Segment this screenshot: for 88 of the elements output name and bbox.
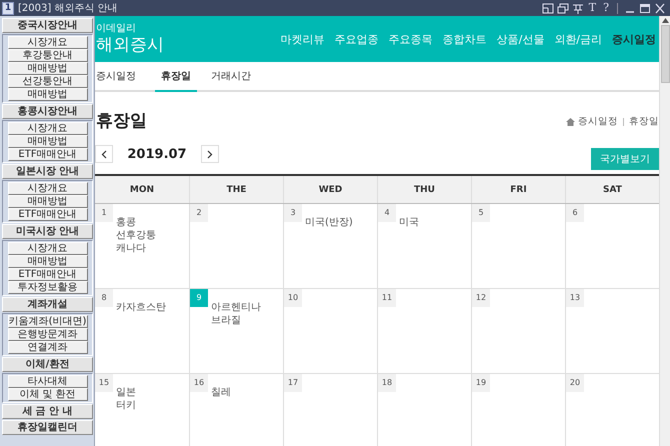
menu-button[interactable]: 연결계좌 <box>8 341 88 354</box>
menu-button[interactable]: 후강퉁안내 <box>8 49 88 62</box>
menu-button[interactable]: 매매방법 <box>8 88 88 101</box>
day-number: 17 <box>284 374 302 392</box>
day-number: 15 <box>95 374 113 392</box>
menu-button[interactable]: 시장개요 <box>8 242 88 255</box>
holiday-entry: 선후강퉁 <box>116 229 156 242</box>
holiday-entry: 브라질 <box>211 314 242 327</box>
window-icon: 1 <box>2 2 14 14</box>
day-number: 16 <box>190 374 208 392</box>
window-layout-icon[interactable] <box>542 2 554 14</box>
day-number: 13 <box>566 289 584 307</box>
menu-button[interactable]: 투자정보활용 <box>8 281 88 294</box>
menu-button[interactable]: 매매방법 <box>8 135 88 148</box>
day-number: 20 <box>566 374 584 392</box>
holiday-entry: 칠레 <box>211 386 231 399</box>
scroll-thumb[interactable] <box>660 25 670 83</box>
month-label: 2019.07 <box>127 146 187 162</box>
day-number: 6 <box>566 204 584 222</box>
section-button[interactable]: 홍콩시장안내 <box>2 104 93 119</box>
day-number: 10 <box>284 289 302 307</box>
maximize-icon[interactable] <box>639 2 651 14</box>
menu-button[interactable]: 선강퉁안내 <box>8 75 88 88</box>
menu-button[interactable]: 매매방법 <box>8 255 88 268</box>
breadcrumb-link[interactable]: 휴장일 <box>629 115 659 128</box>
section-button[interactable]: 세 금 안 내 <box>2 404 93 419</box>
day-number: 18 <box>378 374 396 392</box>
column-header: MON <box>128 184 156 196</box>
day-number: 19 <box>472 374 490 392</box>
menu-button[interactable]: ETF매매안내 <box>8 268 88 281</box>
sub-tab[interactable]: 거래시간 <box>211 62 256 92</box>
day-number: 8 <box>95 289 113 307</box>
sub-tab[interactable]: 증시일정 <box>96 62 141 92</box>
scrollbar[interactable] <box>659 16 670 446</box>
chevron-right-icon <box>207 150 213 158</box>
day-number: 11 <box>378 289 396 307</box>
holiday-entry: 홍콩 <box>116 216 137 229</box>
close-icon[interactable] <box>654 2 666 14</box>
menu-button[interactable]: 시장개요 <box>8 182 88 195</box>
column-header: WED <box>283 176 377 203</box>
holiday-entry: 미국(반장) <box>305 216 353 229</box>
holiday-entry: 아르헨티나 <box>211 301 261 314</box>
page-title: 휴장일 <box>96 110 147 132</box>
day-number: 3 <box>284 204 302 222</box>
scroll-up-icon[interactable] <box>662 18 668 23</box>
sub-tab[interactable]: 휴장일 <box>155 62 197 92</box>
windows-icon[interactable] <box>556 2 569 14</box>
chevron-left-icon <box>101 150 107 158</box>
day-number: 5 <box>472 204 490 222</box>
menu-button[interactable]: 매매방법 <box>8 195 88 208</box>
holiday-entry: 미국 <box>399 216 419 229</box>
day-number: 1 <box>95 204 113 222</box>
menu-button[interactable]: 시장개요 <box>8 122 88 135</box>
tool-button[interactable]: ? <box>601 2 611 14</box>
holiday-entry: 카자흐스탄 <box>116 301 166 314</box>
section-button[interactable]: 계좌개설 <box>2 297 93 312</box>
home-icon[interactable] <box>566 118 575 126</box>
column-header: THE <box>189 176 283 203</box>
section-button[interactable]: 이체/환전 <box>2 357 93 372</box>
menu-button[interactable]: 매매방법 <box>8 62 88 75</box>
breadcrumb-link[interactable]: 증시일정 <box>578 115 618 128</box>
menu-button[interactable]: 타사대체 <box>8 375 88 388</box>
section-button[interactable]: 중국시장안내 <box>2 18 93 33</box>
menu-button[interactable]: ETF매매안내 <box>8 148 88 161</box>
menu-button[interactable]: ETF매매안내 <box>8 208 88 221</box>
section-button[interactable]: 일본시장 안내 <box>2 164 93 179</box>
menu-button[interactable]: 은행방문계좌 <box>8 328 88 341</box>
nav-link[interactable]: 증시일정 <box>612 32 656 47</box>
day-number: 2 <box>190 204 208 222</box>
pin-icon[interactable] <box>572 2 584 14</box>
brand-subtitle: 이데일리 <box>96 23 137 35</box>
holiday-entry: 캐나다 <box>116 242 147 255</box>
day-number: 12 <box>472 289 490 307</box>
holiday-entry: 터키 <box>116 399 136 412</box>
next-month-button[interactable] <box>201 145 219 163</box>
section-button[interactable]: 미국시장 안내 <box>2 224 93 239</box>
day-number: 4 <box>378 204 396 222</box>
menu-button[interactable]: 시장개요 <box>8 36 88 49</box>
menu-button[interactable]: 이체 및 환전 <box>8 388 88 401</box>
day-number: 9 <box>190 289 208 307</box>
window-title: [2003] 해외주식 안내 <box>18 2 118 15</box>
tool-button[interactable]: T <box>586 2 598 14</box>
column-header: FRI <box>471 176 565 203</box>
previous-month-button[interactable] <box>95 145 113 163</box>
holiday-entry: 일본 <box>116 386 136 399</box>
menu-button[interactable]: 키움계좌(비대면) <box>8 315 88 328</box>
section-button[interactable]: 휴장일캘린더 <box>2 420 93 435</box>
column-header: THU <box>377 176 471 203</box>
